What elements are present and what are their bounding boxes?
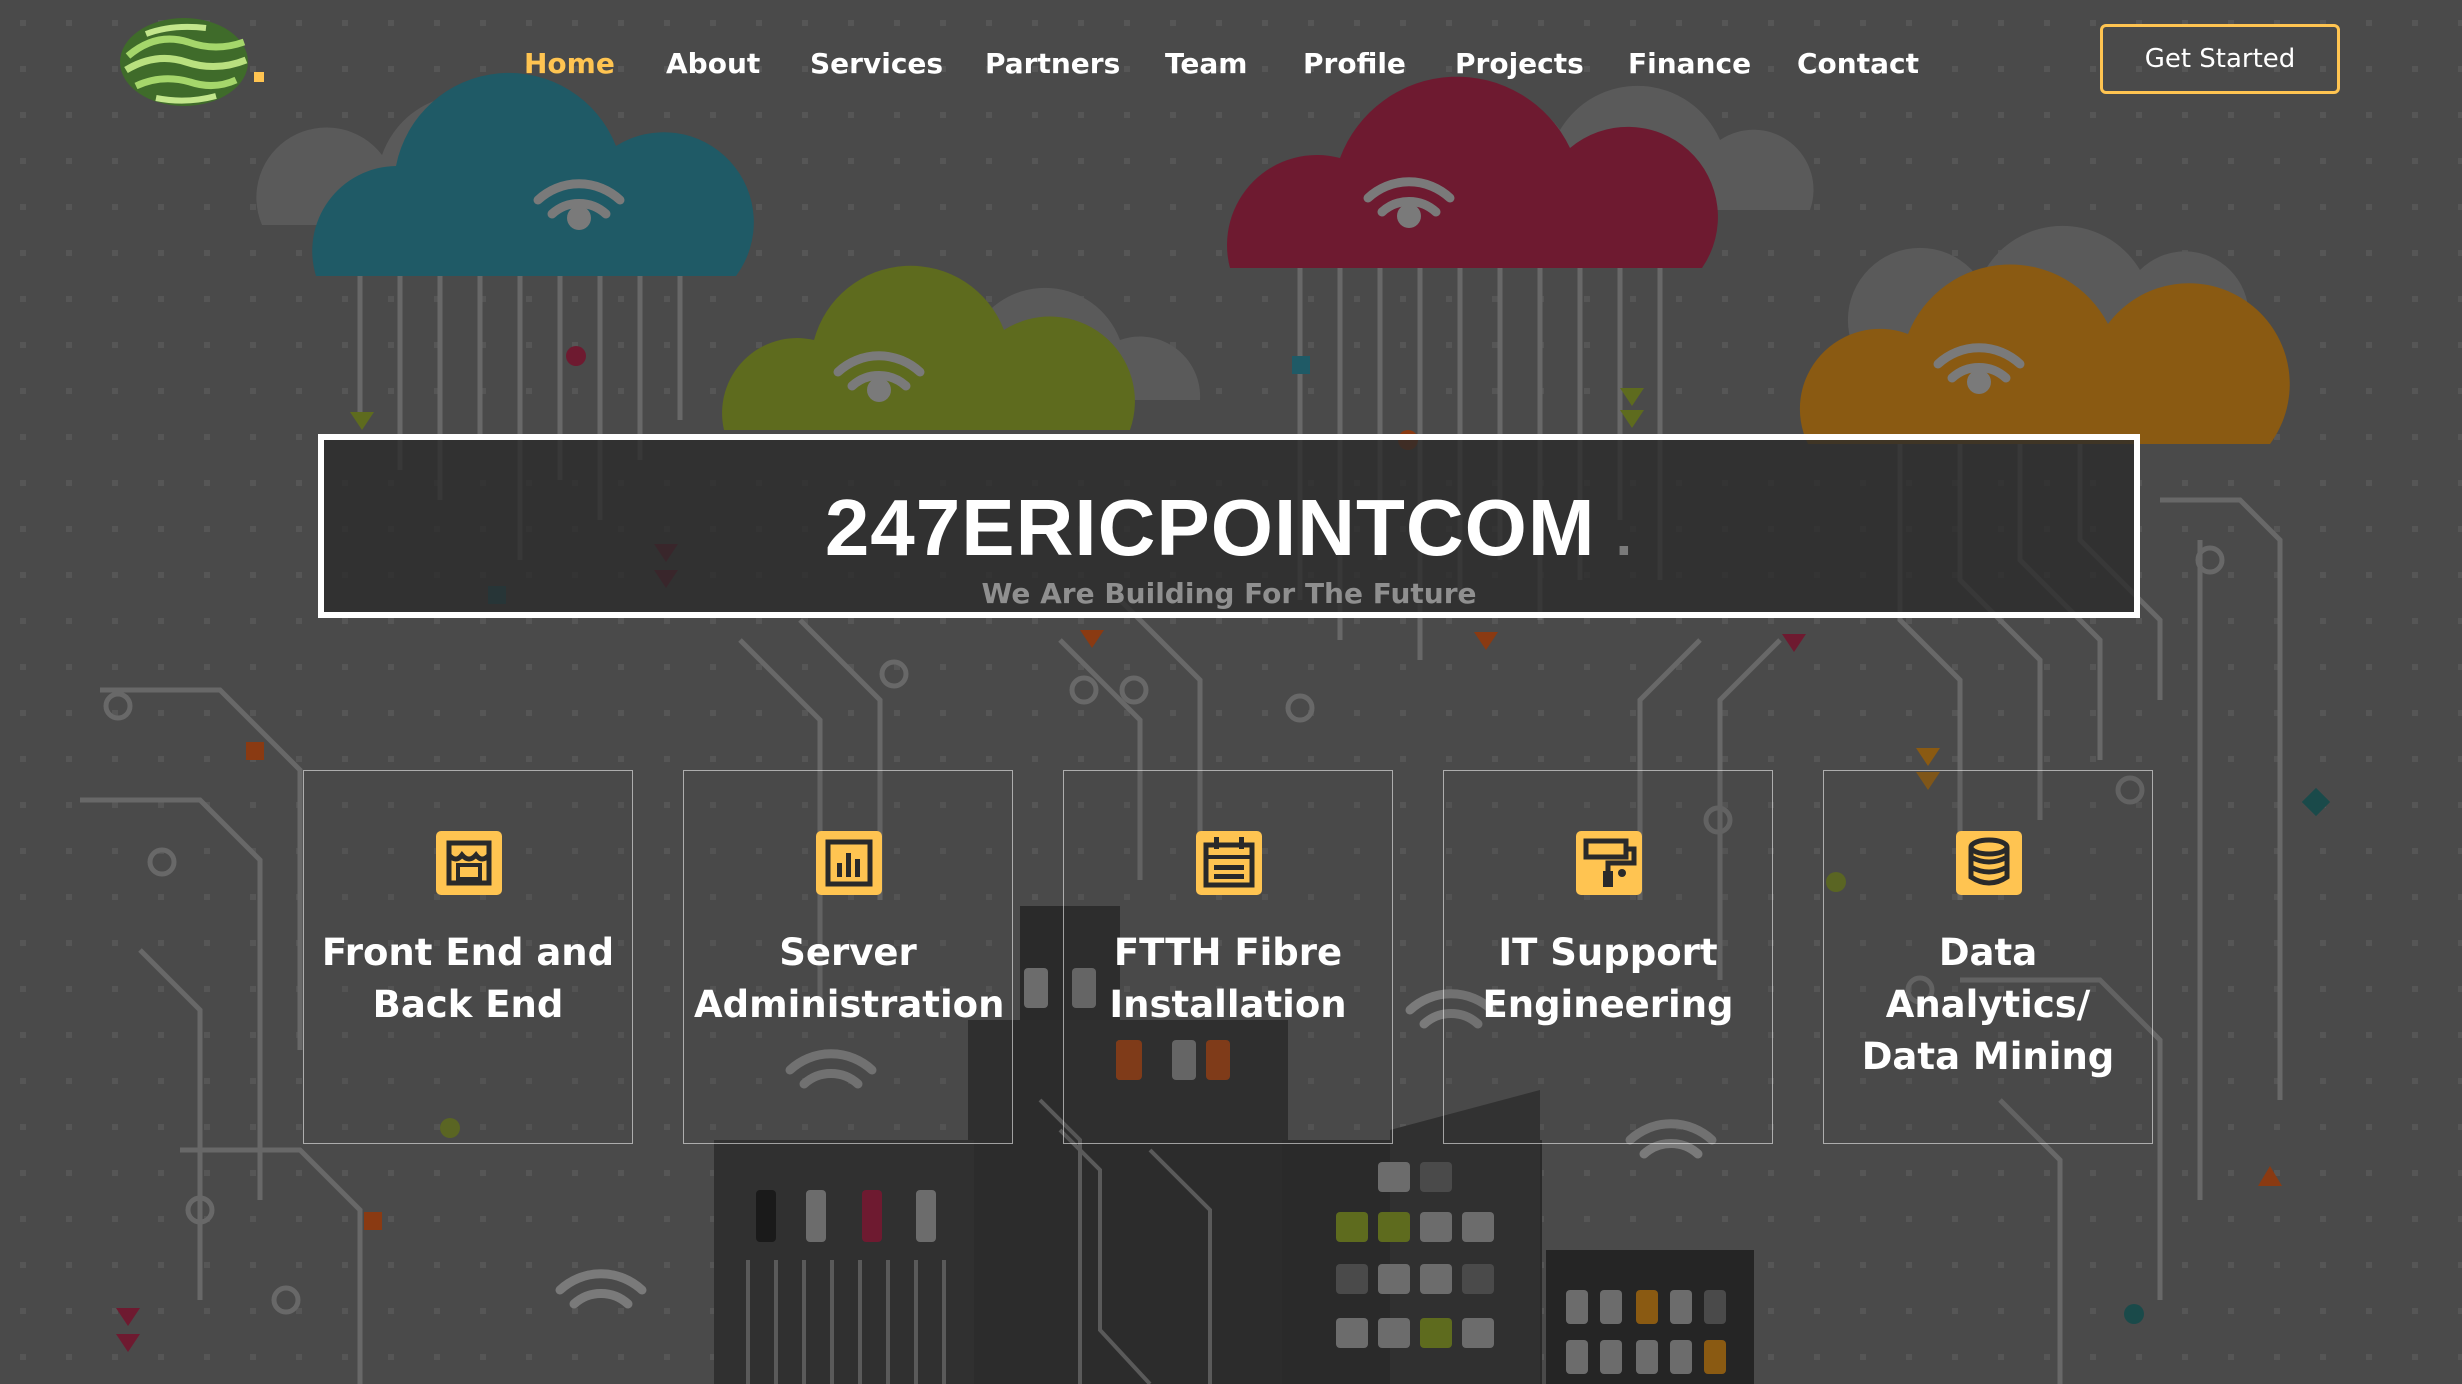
hero-title: 247ERICPOINTCOM.	[324, 486, 2134, 577]
hero-title-text: 247ERICPOINTCOM	[824, 483, 1596, 572]
nav-finance[interactable]: Finance	[1628, 44, 1751, 84]
service-title: FTTH Fibre Installation	[1109, 931, 1347, 1026]
bar-chart-icon	[816, 831, 882, 895]
circuit-cloud-background	[0, 0, 2462, 1384]
hero-subtitle: We Are Building For The Future	[981, 577, 1477, 610]
database-icon	[1956, 831, 2022, 895]
service-title: Server Administration	[694, 931, 1005, 1026]
nav-services[interactable]: Services	[810, 44, 943, 84]
store-icon	[436, 831, 502, 895]
nav-home[interactable]: Home	[524, 44, 615, 84]
paint-roller-icon	[1576, 831, 1642, 895]
site-logo[interactable]	[116, 12, 276, 112]
service-title: IT Support Engineering	[1482, 931, 1734, 1026]
nav-profile[interactable]: Profile	[1303, 44, 1406, 84]
service-card-front-back-end[interactable]: Front End and Back End	[303, 770, 633, 1144]
service-card-it-support[interactable]: IT Support Engineering	[1443, 770, 1773, 1144]
calendar-icon	[1196, 831, 1262, 895]
nav-about[interactable]: About	[666, 44, 760, 84]
hero-banner: 247ERICPOINTCOM. We Are Building For The…	[318, 434, 2140, 618]
get-started-button[interactable]: Get Started	[2100, 24, 2340, 94]
service-card-ftth-fibre[interactable]: FTTH Fibre Installation	[1063, 770, 1393, 1144]
leaf-globe-logo-icon	[120, 18, 264, 106]
service-card-data-analytics[interactable]: Data Analytics/ Data Mining	[1823, 770, 2153, 1144]
nav-team[interactable]: Team	[1165, 44, 1247, 84]
service-title: Data Analytics/ Data Mining	[1861, 931, 2115, 1078]
hero-title-dot: .	[1615, 501, 1634, 568]
nav-projects[interactable]: Projects	[1455, 44, 1584, 84]
service-card-server-administration[interactable]: Server Administration	[683, 770, 1013, 1144]
hero-background-stage: Home About Services Partners Team Profil…	[0, 0, 2462, 1384]
nav-partners[interactable]: Partners	[985, 44, 1120, 84]
service-title: Front End and Back End	[321, 931, 615, 1026]
nav-contact[interactable]: Contact	[1797, 44, 1919, 84]
